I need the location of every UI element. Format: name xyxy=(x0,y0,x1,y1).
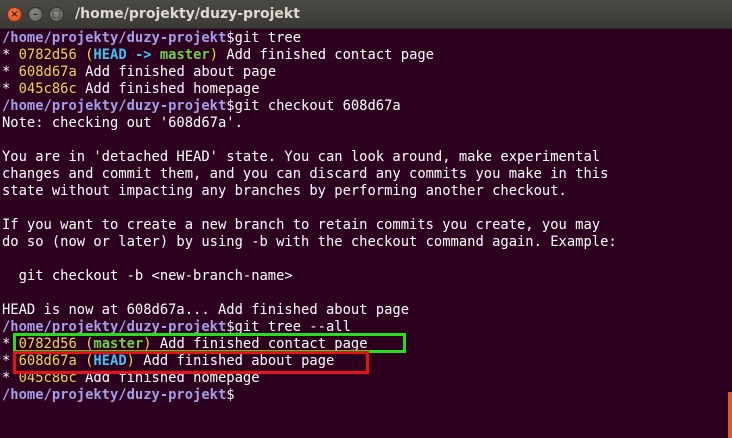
close-icon: × xyxy=(10,8,19,20)
window-title: /home/projekty/duzy-projekt xyxy=(75,6,300,22)
output-line: git checkout -b <new-branch-name> xyxy=(2,268,293,284)
commit-hash: 045c86c xyxy=(18,81,77,97)
minimize-icon: – xyxy=(33,8,38,20)
output-line: do so (now or later) by using -b with th… xyxy=(2,234,617,250)
output-line: You are in 'detached HEAD' state. You ca… xyxy=(2,149,601,165)
prompt: /home/projekty/duzy-projekt xyxy=(2,30,227,46)
command-text: $git tree xyxy=(226,30,302,46)
maximize-icon: □ xyxy=(51,8,62,20)
output-line: HEAD is now at 608d67a... Add finished a… xyxy=(2,302,410,318)
output-line: state without impacting any branches by … xyxy=(2,183,567,199)
title-bar[interactable]: × – □ /home/projekty/duzy-projekt xyxy=(0,0,732,29)
terminal-output[interactable]: /home/projekty/duzy-projekt$git tree * 0… xyxy=(2,30,724,438)
commit-hash: 0782d56 xyxy=(18,47,77,63)
maximize-window-button[interactable]: □ xyxy=(49,7,64,22)
command-line: /home/projekty/duzy-projekt$git tree xyxy=(2,30,724,47)
ref-paren: ( xyxy=(76,47,94,63)
graph-star: * xyxy=(2,47,19,63)
log-line: * 045c86c Add finished homepage xyxy=(2,81,724,98)
ref-paren: ) xyxy=(209,47,219,63)
highlight-box-head xyxy=(13,351,369,374)
output-line: If you want to create a new branch to re… xyxy=(2,217,601,233)
scrollbar-track[interactable] xyxy=(725,30,732,438)
log-line: * 0782d56 (HEAD -> master) Add finished … xyxy=(2,47,724,64)
graph-star: * xyxy=(2,64,19,80)
head-ref: HEAD -> xyxy=(93,47,160,63)
commit-message: Add finished homepage xyxy=(76,81,260,97)
command-text: $ xyxy=(226,387,235,403)
terminal-window: × – □ /home/projekty/duzy-projekt /home/… xyxy=(0,0,732,438)
close-window-button[interactable]: × xyxy=(7,7,22,22)
output-line: Note: checking out '608d67a'. xyxy=(2,115,243,131)
log-line: * 608d67a Add finished about page xyxy=(2,64,724,81)
minimize-window-button[interactable]: – xyxy=(28,7,43,22)
commit-message: Add finished about page xyxy=(76,64,277,80)
branch-ref: master xyxy=(159,47,210,63)
graph-star: * xyxy=(2,81,19,97)
prompt: /home/projekty/duzy-projekt xyxy=(2,387,227,403)
prompt: /home/projekty/duzy-projekt xyxy=(2,98,227,114)
command-line: /home/projekty/duzy-projekt$git checkout… xyxy=(2,98,724,115)
output-line: changes and commit them, and you can dis… xyxy=(2,166,609,182)
commit-hash: 608d67a xyxy=(18,64,77,80)
highlight-box-master xyxy=(13,333,406,353)
scrollbar-thumb[interactable] xyxy=(728,392,732,438)
commit-message: Add finished contact page xyxy=(218,47,434,63)
command-line: /home/projekty/duzy-projekt$ xyxy=(2,387,724,404)
command-text: $git checkout 608d67a xyxy=(226,98,401,114)
